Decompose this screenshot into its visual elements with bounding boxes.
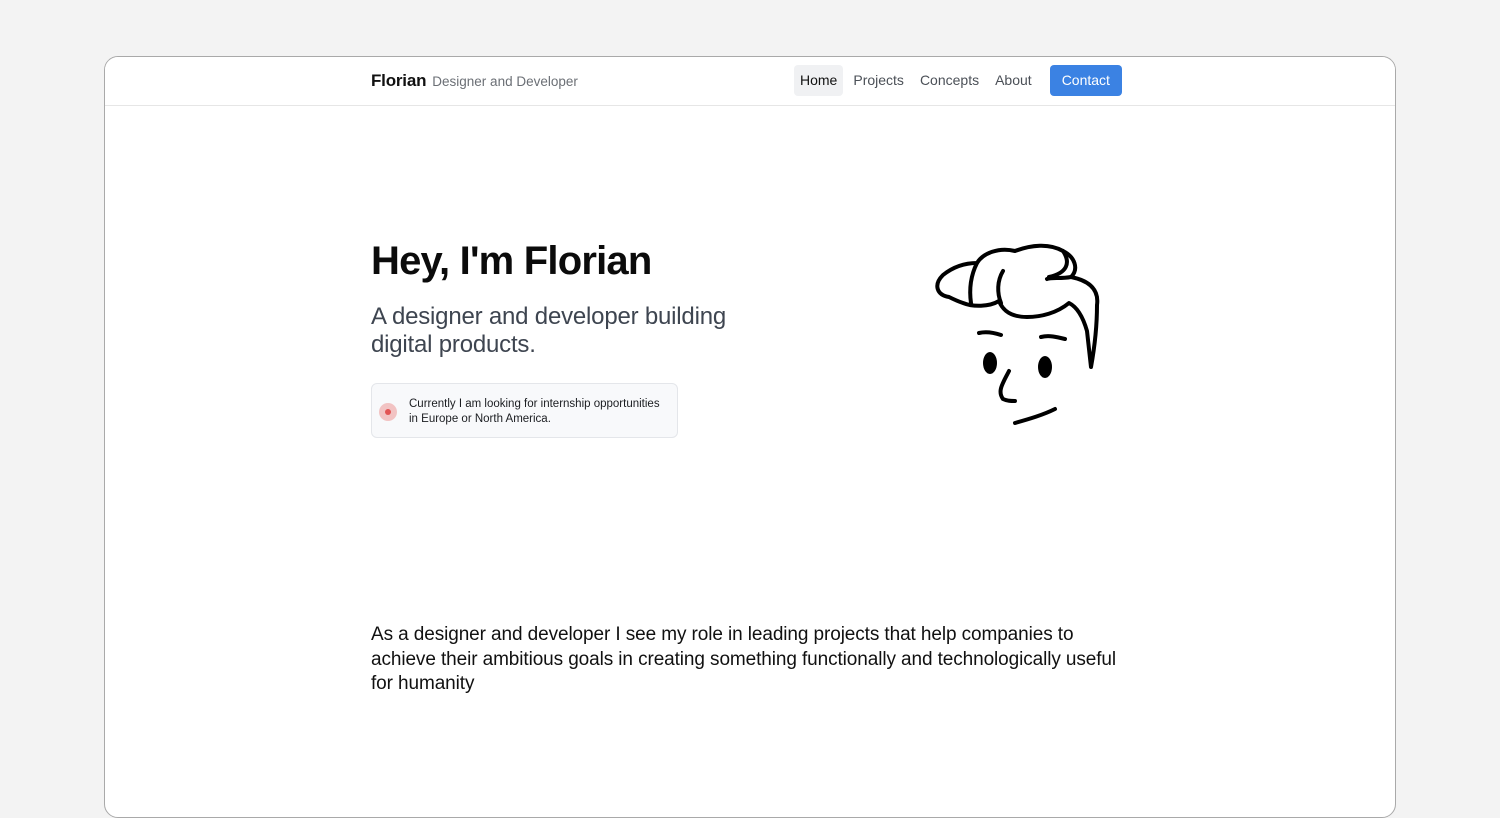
nav-link-home[interactable]: Home — [794, 65, 844, 96]
nav-link-projects[interactable]: Projects — [847, 65, 910, 96]
brand-tagline: Designer and Developer — [432, 74, 578, 89]
browser-window: Florian Designer and Developer Home Proj… — [104, 56, 1396, 818]
contact-button[interactable]: Contact — [1049, 65, 1122, 96]
top-navigation: Florian Designer and Developer Home Proj… — [105, 57, 1395, 106]
about-text: As a designer and developer I see my rol… — [371, 624, 1117, 694]
status-card: Currently I am looking for internship op… — [371, 383, 678, 438]
status-text: Currently I am looking for internship op… — [409, 398, 660, 425]
hero-subtitle: A designer and developer building digita… — [371, 303, 727, 358]
nav-links: Home Projects Concepts About Contact — [794, 65, 1122, 96]
brand[interactable]: Florian Designer and Developer — [371, 71, 578, 91]
nav-link-about[interactable]: About — [989, 65, 1038, 96]
brand-name: Florian — [371, 71, 427, 90]
status-dot-icon — [379, 403, 397, 421]
nav-link-concepts[interactable]: Concepts — [914, 65, 985, 96]
face-doodle-icon — [935, 243, 1100, 425]
hero-title: Hey, I'm Florian — [371, 239, 652, 283]
